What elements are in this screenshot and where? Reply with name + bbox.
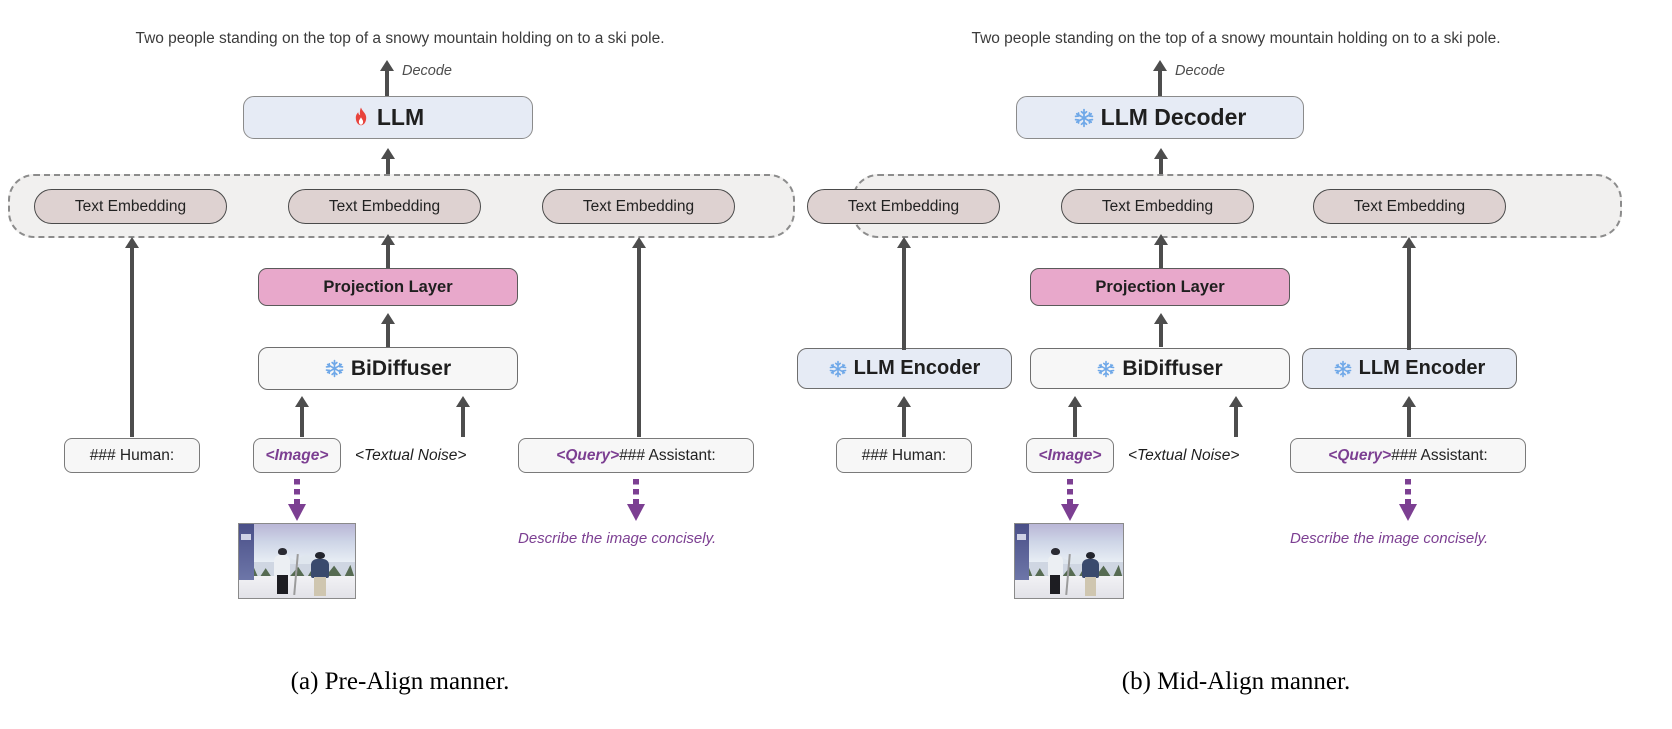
snowflake-icon: [325, 359, 344, 378]
panel-b-image-to-photo-arrow: [1061, 479, 1079, 521]
snowflake-icon: [1334, 360, 1352, 378]
panel-a-bidiffuser-box[interactable]: BiDiffuser: [258, 347, 518, 390]
panel-a-image-token-arrow: [294, 396, 310, 437]
embedding-label: Text Embedding: [847, 197, 960, 215]
token-text: <Image>: [1038, 446, 1102, 464]
panel-a-token-query-assistant[interactable]: <Query> ### Assistant:: [518, 438, 754, 473]
panel-a-decode-arrow: [379, 60, 395, 96]
snowflake-icon: [1097, 360, 1115, 378]
bidiffuser-label: BiDiffuser: [1122, 356, 1223, 380]
panel-b-token-textual-noise: <Textual Noise>: [1128, 447, 1240, 464]
panel-b-query-to-note-arrow: [1399, 479, 1417, 521]
panel-b-human-token-arrow: [896, 396, 912, 437]
panel-a-projection-to-embedding-arrow: [380, 234, 396, 268]
panel-b-llm-encoder-left[interactable]: LLM Encoder: [797, 348, 1012, 389]
panel-b-llm-decoder-label: LLM Decoder: [1100, 104, 1247, 130]
embedding-label: Text Embedding: [582, 197, 695, 215]
panel-a-text-embedding-2[interactable]: Text Embedding: [288, 189, 481, 224]
panel-b-text-embedding-3[interactable]: Text Embedding: [1313, 189, 1506, 224]
panel-a-llm-label: LLM: [376, 104, 425, 130]
bidiffuser-label: BiDiffuser: [350, 356, 452, 380]
panel-a-llm-box[interactable]: LLM: [243, 96, 533, 139]
token-text-plain: ### Assistant:: [619, 446, 716, 464]
panel-a-projection-layer[interactable]: Projection Layer: [258, 268, 518, 306]
panel-b-llm-encoder-right[interactable]: LLM Encoder: [1302, 348, 1517, 389]
panel-pre-align: Two people standing on the top of a snow…: [0, 0, 800, 729]
panel-b-sub-caption: (b) Mid-Align manner.: [1121, 668, 1351, 695]
panel-a-token-human[interactable]: ### Human:: [64, 438, 200, 473]
panel-a-top-caption: Two people standing on the top of a snow…: [135, 30, 665, 47]
panel-a-query-token-arrow: [631, 237, 647, 437]
panel-b-top-caption: Two people standing on the top of a snow…: [971, 30, 1501, 47]
embedding-label: Text Embedding: [74, 197, 187, 215]
panel-b-textual-noise-arrow: [1228, 396, 1244, 437]
panel-a-text-embedding-3[interactable]: Text Embedding: [542, 189, 735, 224]
panel-a-textual-noise-arrow: [455, 396, 471, 437]
panel-a-text-embedding-1[interactable]: Text Embedding: [34, 189, 227, 224]
panel-a-image-to-photo-arrow: [288, 479, 306, 521]
panel-b-image-token-arrow: [1067, 396, 1083, 437]
token-text: ### Human:: [89, 446, 175, 464]
panel-a-bidiffuser-to-projection-arrow: [380, 313, 396, 347]
embedding-label: Text Embedding: [1101, 197, 1214, 215]
panel-a-decode-label: Decode: [402, 63, 452, 79]
panel-b-decode-arrow: [1152, 60, 1168, 96]
token-text: ### Human:: [861, 446, 947, 464]
token-text: <Image>: [265, 446, 329, 464]
panel-b-left-encoder-to-embedding-arrow: [896, 237, 912, 350]
panel-a-query-to-note-arrow: [627, 479, 645, 521]
fire-icon: [352, 107, 370, 128]
panel-b-bidiffuser-box[interactable]: BiDiffuser: [1030, 348, 1290, 389]
panel-a-human-token-arrow: [124, 237, 140, 437]
panel-b-token-query-assistant[interactable]: <Query> ### Assistant:: [1290, 438, 1526, 473]
panel-a-query-note: Describe the image concisely.: [518, 530, 717, 547]
panel-a-token-image[interactable]: <Image>: [253, 438, 341, 473]
snowflake-icon: [1074, 108, 1094, 128]
embedding-label: Text Embedding: [1353, 197, 1466, 215]
panel-a-emb-to-llm-arrow: [380, 148, 396, 176]
panel-b-token-image[interactable]: <Image>: [1026, 438, 1114, 473]
panel-b-emb-to-decoder-arrow: [1153, 148, 1169, 176]
panel-b-query-token-arrow: [1401, 396, 1417, 437]
panel-b-projection-layer[interactable]: Projection Layer: [1030, 268, 1290, 306]
token-text-purple: <Query>: [556, 446, 620, 464]
panel-b-bidiffuser-to-projection-arrow: [1153, 313, 1169, 347]
panel-b-decode-label: Decode: [1175, 63, 1225, 79]
panel-a-token-textual-noise: <Textual Noise>: [355, 447, 467, 464]
panel-b-skiers-photo: [1014, 523, 1124, 599]
projection-layer-label: Projection Layer: [323, 277, 453, 296]
panel-b-projection-to-embedding-arrow: [1153, 234, 1169, 268]
token-text-plain: ### Assistant:: [1391, 446, 1488, 464]
token-text-purple: <Query>: [1328, 446, 1392, 464]
llm-encoder-label: LLM Encoder: [1358, 357, 1486, 379]
panel-a-sub-caption: (a) Pre-Align manner.: [290, 668, 510, 695]
panel-b-token-human[interactable]: ### Human:: [836, 438, 972, 473]
panel-mid-align: Two people standing on the top of a snow…: [797, 0, 1672, 729]
panel-b-text-embedding-2[interactable]: Text Embedding: [1061, 189, 1254, 224]
panel-b-right-encoder-to-embedding-arrow: [1401, 237, 1417, 350]
llm-encoder-label: LLM Encoder: [853, 357, 981, 379]
panel-a-skiers-photo: [238, 523, 356, 599]
projection-layer-label: Projection Layer: [1095, 277, 1225, 296]
embedding-label: Text Embedding: [328, 197, 441, 215]
snowflake-icon: [829, 360, 847, 378]
panel-b-llm-decoder-box[interactable]: LLM Decoder: [1016, 96, 1304, 139]
panel-b-text-embedding-1[interactable]: Text Embedding: [807, 189, 1000, 224]
panel-b-query-note: Describe the image concisely.: [1290, 530, 1489, 547]
